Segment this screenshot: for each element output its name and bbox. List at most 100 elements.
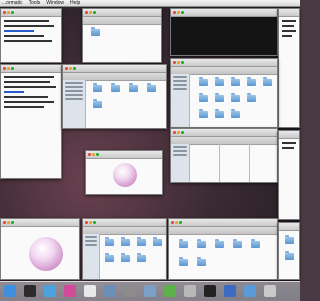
window-titlebar[interactable] — [83, 219, 166, 227]
folder-icon[interactable] — [105, 253, 114, 262]
list-window-right[interactable] — [278, 8, 300, 128]
folder-icon[interactable] — [251, 239, 260, 248]
menu-window[interactable]: Window — [46, 0, 64, 6]
folder-icon[interactable] — [179, 257, 188, 266]
app-green-icon[interactable] — [164, 285, 176, 297]
finder-window-bottom-right[interactable] — [168, 218, 278, 280]
folder-icon[interactable] — [197, 257, 206, 266]
folder-icon[interactable] — [147, 83, 156, 92]
finder-window-top-center[interactable] — [82, 8, 162, 63]
close-button[interactable] — [65, 67, 68, 70]
folder-icon[interactable] — [93, 83, 102, 92]
zoom-button[interactable] — [73, 67, 76, 70]
window-titlebar[interactable] — [83, 9, 161, 17]
column-divider[interactable] — [219, 144, 220, 182]
zoom-button[interactable] — [11, 67, 14, 70]
folder-icon[interactable] — [231, 77, 240, 86]
list-window-right-lower[interactable] — [278, 130, 300, 220]
zoom-button[interactable] — [181, 131, 184, 134]
window-titlebar[interactable] — [63, 65, 166, 73]
folder-icon[interactable] — [263, 77, 272, 86]
window-titlebar[interactable] — [1, 219, 79, 227]
window-titlebar[interactable] — [171, 129, 277, 137]
menu-help[interactable]: Help — [70, 0, 80, 6]
minimize-button[interactable] — [7, 221, 10, 224]
finder-window-center[interactable] — [62, 64, 167, 129]
window-titlebar[interactable] — [279, 131, 299, 139]
window-titlebar[interactable] — [279, 223, 299, 231]
downloads-stack-icon[interactable] — [244, 285, 256, 297]
folder-icon[interactable] — [215, 109, 224, 118]
text-window-top-left[interactable] — [0, 8, 62, 63]
minimize-button[interactable] — [7, 67, 10, 70]
app-x11-icon[interactable] — [184, 285, 196, 297]
trash-icon[interactable] — [264, 285, 276, 297]
minimize-button[interactable] — [177, 131, 180, 134]
system-preferences-icon[interactable] — [124, 285, 136, 297]
dark-window-top-right[interactable] — [170, 8, 278, 56]
close-button[interactable] — [171, 221, 174, 224]
zoom-button[interactable] — [93, 221, 96, 224]
itunes-icon[interactable] — [64, 285, 76, 297]
window-titlebar[interactable] — [1, 65, 61, 73]
minimize-button[interactable] — [7, 11, 10, 14]
folder-icon[interactable] — [121, 237, 130, 246]
folder-icon[interactable] — [199, 93, 208, 102]
finder-window-bottom-center[interactable] — [82, 218, 167, 280]
folder-icon[interactable] — [215, 239, 224, 248]
system-window-bottom-right[interactable] — [278, 222, 300, 280]
minimize-button[interactable] — [177, 61, 180, 64]
finder-window-right-grid[interactable] — [170, 58, 278, 128]
folder-icon[interactable] — [93, 99, 102, 108]
folder-icon[interactable] — [285, 235, 294, 244]
folder-icon[interactable] — [121, 253, 130, 262]
folder-icon[interactable] — [137, 253, 146, 262]
mail-icon[interactable] — [144, 285, 156, 297]
folder-icon[interactable] — [197, 239, 206, 248]
image-window-bottom-left[interactable] — [0, 218, 80, 280]
minimize-button[interactable] — [69, 67, 72, 70]
folder-icon[interactable] — [231, 109, 240, 118]
terminal-icon[interactable] — [204, 285, 216, 297]
text-window-left[interactable] — [0, 64, 62, 179]
close-button[interactable] — [3, 67, 6, 70]
zoom-button[interactable] — [179, 221, 182, 224]
close-button[interactable] — [85, 11, 88, 14]
folder-icon[interactable] — [105, 237, 114, 246]
close-button[interactable] — [173, 131, 176, 134]
safari-icon[interactable] — [44, 285, 56, 297]
zoom-button[interactable] — [11, 221, 14, 224]
window-titlebar[interactable] — [169, 219, 277, 227]
zoom-button[interactable] — [181, 61, 184, 64]
folder-icon[interactable] — [91, 27, 100, 36]
minimize-button[interactable] — [89, 11, 92, 14]
folder-icon[interactable] — [153, 237, 162, 246]
close-button[interactable] — [173, 61, 176, 64]
ical-icon[interactable] — [84, 285, 96, 297]
folder-icon[interactable] — [179, 239, 188, 248]
folder-icon[interactable] — [233, 239, 242, 248]
close-button[interactable] — [85, 221, 88, 224]
zoom-button[interactable] — [181, 11, 184, 14]
zoom-button[interactable] — [11, 11, 14, 14]
close-button[interactable] — [88, 153, 91, 156]
folder-icon[interactable] — [215, 93, 224, 102]
column-divider[interactable] — [249, 144, 250, 182]
app-blue-icon[interactable] — [224, 285, 236, 297]
zoom-button[interactable] — [93, 11, 96, 14]
window-titlebar[interactable] — [171, 59, 277, 67]
minimize-button[interactable] — [92, 153, 95, 156]
window-titlebar[interactable] — [279, 9, 299, 17]
folder-icon[interactable] — [247, 77, 256, 86]
finder-icon[interactable] — [4, 285, 16, 297]
finder-window-columns[interactable] — [170, 128, 278, 183]
window-titlebar[interactable] — [171, 9, 277, 17]
close-button[interactable] — [3, 221, 6, 224]
folder-icon[interactable] — [111, 83, 120, 92]
minimize-button[interactable] — [177, 11, 180, 14]
menu-tools[interactable]: Tools — [29, 0, 41, 6]
image-window-center[interactable] — [85, 150, 163, 195]
folder-icon[interactable] — [247, 93, 256, 102]
minimize-button[interactable] — [89, 221, 92, 224]
close-button[interactable] — [3, 11, 6, 14]
